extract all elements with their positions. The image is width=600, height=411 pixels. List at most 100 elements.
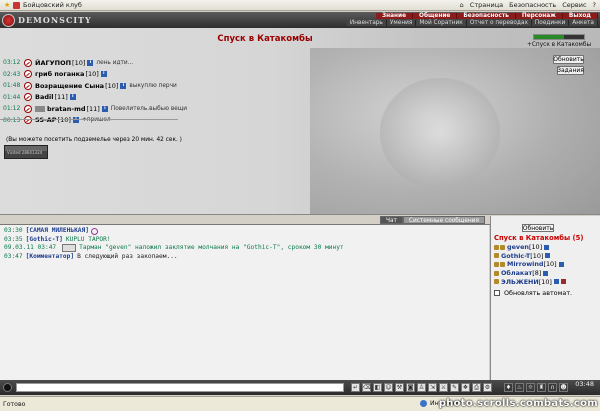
- auto-refresh-label: Обновлять автомат.: [504, 289, 573, 297]
- chat-nick[interactable]: [Комментатор]: [26, 253, 74, 262]
- menu-transfer-report[interactable]: Отчет о переводах: [466, 20, 532, 26]
- clear-icon[interactable]: ⌫: [362, 383, 371, 392]
- no-entry-icon[interactable]: [24, 93, 32, 102]
- globe-icon[interactable]: [3, 383, 12, 392]
- chat-nick[interactable]: [Gothic-T]: [26, 236, 63, 245]
- horseshoe-icon[interactable]: ∩: [548, 383, 557, 392]
- watermark: photo.scrolls.combats.com: [438, 398, 598, 409]
- hammer-icon[interactable]: ⚒: [395, 383, 404, 392]
- print-icon[interactable]: ⎙: [472, 383, 481, 392]
- chat-line: 03:35 [Gothic-T] KUPLU TAPOR!: [4, 236, 485, 245]
- info-icon[interactable]: [544, 244, 550, 250]
- browser-tab[interactable]: ★ Бойцовский клуб: [0, 0, 86, 10]
- tasks-button[interactable]: Задания: [557, 66, 584, 75]
- player-name[interactable]: гриб поганка: [35, 70, 84, 78]
- info-icon[interactable]: i: [120, 82, 127, 89]
- room-title: Спуск в Катакомбы (5): [494, 234, 584, 242]
- info-icon[interactable]: i: [101, 105, 108, 112]
- refresh-button[interactable]: Обновить: [553, 55, 584, 64]
- user-level: [10]: [538, 277, 552, 286]
- user-name[interactable]: geven: [507, 243, 529, 251]
- security-menu[interactable]: Безопасность: [509, 1, 556, 9]
- user-name[interactable]: Gothic-T: [501, 252, 530, 260]
- hp-bar: [533, 34, 585, 40]
- menu-skills[interactable]: Умения: [386, 20, 417, 26]
- chat-nick[interactable]: [САМАЯ МИЛЕНЬКАЯ]: [26, 227, 89, 236]
- auto-refresh-toggle[interactable]: Обновлять автомат.: [494, 289, 572, 297]
- user-action-icon[interactable]: [494, 279, 499, 285]
- game-area: Спуск в Катакомбы +Спуск в Катакомбы Обн…: [0, 28, 600, 215]
- divider: [0, 119, 178, 120]
- smiley-icon[interactable]: ☺: [384, 383, 393, 392]
- info-icon[interactable]: [553, 279, 559, 285]
- tower-icon[interactable]: ♜: [537, 383, 546, 392]
- send-icon[interactable]: ↵: [351, 383, 360, 392]
- chat-input[interactable]: [16, 383, 344, 392]
- browser-tools: ⌂ Страница Безопасность Сервис ?: [460, 1, 600, 9]
- chat-line: 03:30 [САМАЯ МИЛЕНЬКАЯ]: [4, 227, 485, 236]
- menu-exit[interactable]: Выход: [562, 13, 598, 19]
- menu-security[interactable]: Безопасность: [457, 13, 516, 19]
- player-name[interactable]: SS-AP: [35, 116, 57, 124]
- settings-icon[interactable]: ⚙: [483, 383, 492, 392]
- user-name[interactable]: Облакат: [501, 269, 532, 277]
- location-side-label[interactable]: +Спуск в Катакомбы: [527, 42, 591, 48]
- user-name[interactable]: ЭЛЬЖЕНИ: [501, 278, 539, 286]
- tab-chat[interactable]: Чат: [380, 216, 403, 224]
- visit-counter[interactable]: Visited 28641324: [4, 145, 48, 159]
- menu-knowledge[interactable]: Знание: [375, 13, 414, 19]
- fight-icon[interactable]: ⚔: [439, 383, 448, 392]
- note-icon[interactable]: ✎: [450, 383, 459, 392]
- gift-icon[interactable]: ❖: [461, 383, 470, 392]
- tab-system-messages[interactable]: Системные сообщения: [402, 216, 485, 224]
- info-icon[interactable]: [558, 261, 564, 267]
- player-message: лень идти...: [96, 59, 134, 66]
- camera-icon[interactable]: ◙: [406, 383, 415, 392]
- player-name[interactable]: ЙАГУПОП: [35, 59, 71, 67]
- no-entry-icon[interactable]: [24, 116, 32, 125]
- page-menu[interactable]: Страница: [470, 1, 503, 9]
- player-name[interactable]: Возращение Сына: [35, 82, 104, 90]
- info-icon[interactable]: i: [100, 71, 107, 78]
- figure-icon[interactable]: ♙: [417, 383, 426, 392]
- menu-profile[interactable]: Анкета: [569, 20, 598, 26]
- info-icon[interactable]: i: [87, 59, 94, 66]
- info-icon[interactable]: [545, 253, 551, 259]
- user-action-icon[interactable]: [494, 270, 499, 276]
- bottle-icon[interactable]: ♦: [504, 383, 513, 392]
- game-header: DEMONSCITY Знание Общение Безопасность П…: [0, 12, 600, 28]
- filter-icon[interactable]: ◧: [373, 383, 382, 392]
- flame-icon[interactable]: ♨: [515, 383, 524, 392]
- player-row: 00:13 SS-AP [10] i +пришел: [3, 115, 203, 127]
- room-refresh-button[interactable]: Обновить: [522, 224, 554, 232]
- info-icon[interactable]: i: [69, 94, 76, 101]
- internet-zone-icon: [420, 400, 427, 407]
- auto-refresh-checkbox[interactable]: [494, 290, 500, 296]
- player-level: [10]: [105, 81, 119, 90]
- sun-icon[interactable]: ☼: [526, 383, 535, 392]
- no-entry-icon[interactable]: [24, 81, 32, 90]
- menu-character[interactable]: Персонаж: [515, 13, 563, 19]
- favorites-star-icon[interactable]: ★: [4, 1, 11, 9]
- user-action-icon[interactable]: [494, 261, 499, 267]
- no-entry-icon[interactable]: [24, 104, 32, 113]
- no-entry-icon[interactable]: [24, 70, 32, 79]
- service-menu[interactable]: Сервис: [562, 1, 586, 9]
- run-icon[interactable]: ⇲: [428, 383, 437, 392]
- user-name[interactable]: Mirrowind: [507, 260, 543, 268]
- info-icon[interactable]: [543, 270, 549, 276]
- help-menu[interactable]: ?: [593, 1, 596, 9]
- player-name[interactable]: Badil: [35, 93, 53, 101]
- menu-communication[interactable]: Общение: [413, 13, 458, 19]
- home-icon[interactable]: ⌂: [460, 1, 464, 9]
- logo-text: DEMONSCITY: [18, 15, 92, 25]
- user-action-icon[interactable]: [494, 244, 499, 250]
- user-action-icon[interactable]: [494, 253, 499, 259]
- menu-companion[interactable]: Мой Соратник: [416, 20, 467, 26]
- user-level: [10]: [530, 251, 544, 260]
- player-name[interactable]: bratan-md: [47, 105, 86, 113]
- smile-icon[interactable]: ☻: [559, 383, 568, 392]
- menu-duels[interactable]: Поединки: [531, 20, 570, 26]
- menu-inventory[interactable]: Инвентарь: [346, 20, 387, 26]
- no-entry-icon[interactable]: [24, 58, 32, 67]
